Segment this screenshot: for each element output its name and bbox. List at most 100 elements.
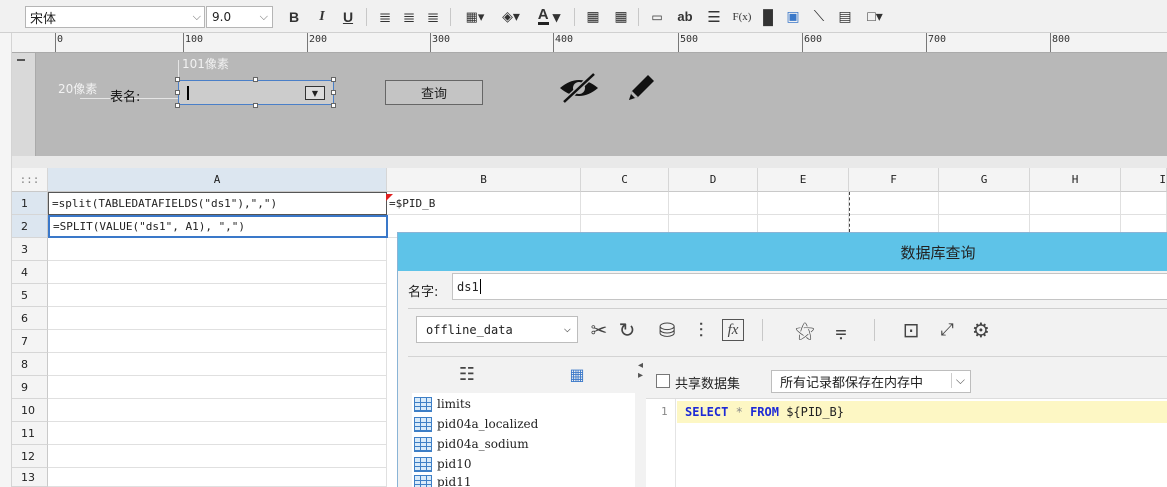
query-button[interactable]: 查询 xyxy=(385,80,483,105)
row-header[interactable]: 1 xyxy=(12,192,48,215)
column-header[interactable]: G xyxy=(939,168,1030,192)
font-family-select[interactable]: 宋体 ⌵ xyxy=(25,6,205,28)
resize-handle[interactable] xyxy=(253,103,258,108)
row-header[interactable]: 9 xyxy=(12,376,48,399)
column-header[interactable]: I xyxy=(1121,168,1167,192)
formula-icon[interactable]: F(x) xyxy=(729,5,755,28)
cell[interactable] xyxy=(48,399,387,422)
border-icon[interactable]: ▦▾ xyxy=(458,5,492,28)
resize-handle[interactable] xyxy=(331,77,336,82)
dataset-name-input[interactable]: ds1 xyxy=(452,273,1167,300)
align-left-icon[interactable]: ≣ xyxy=(374,5,396,28)
chart-icon[interactable]: ▐▌ xyxy=(757,5,779,28)
expand-icon[interactable]: ⤢ xyxy=(934,317,960,343)
row-header[interactable]: 5 xyxy=(12,284,48,307)
cell[interactable] xyxy=(1121,192,1167,215)
magic-wand-icon[interactable]: ⚝ xyxy=(792,317,818,343)
row-header[interactable]: 7 xyxy=(12,330,48,353)
grid-view-icon[interactable]: ▦ xyxy=(564,361,590,387)
list-item[interactable]: pid10 xyxy=(414,455,471,473)
row-header[interactable]: 12 xyxy=(12,445,48,468)
column-header[interactable]: F xyxy=(849,168,939,192)
cell-b1[interactable]: =$PID_B xyxy=(387,192,581,215)
column-header[interactable]: H xyxy=(1030,168,1121,192)
parameter-icon[interactable]: ⫶ xyxy=(688,317,714,343)
edit-pencil-icon[interactable] xyxy=(623,70,659,106)
list-view-icon[interactable]: ☷ xyxy=(454,361,480,387)
cell[interactable] xyxy=(48,445,387,468)
cell[interactable] xyxy=(758,192,849,215)
row-header[interactable]: 11 xyxy=(12,422,48,445)
font-size-select[interactable]: 9.0 ⌵ xyxy=(206,6,273,28)
hide-eye-icon[interactable] xyxy=(556,70,602,106)
align-right-icon[interactable]: ≣ xyxy=(422,5,444,28)
row-header[interactable]: 3 xyxy=(12,238,48,261)
button-widget-icon[interactable]: ▭ xyxy=(646,5,668,28)
cell[interactable] xyxy=(48,261,387,284)
cell[interactable] xyxy=(48,330,387,353)
underline-button[interactable]: U xyxy=(337,5,359,28)
bold-button[interactable]: B xyxy=(283,5,305,28)
tools-icon[interactable]: ✂ xyxy=(586,317,612,343)
resize-handle[interactable] xyxy=(331,90,336,95)
row-header[interactable]: 8 xyxy=(12,353,48,376)
merge-cells-icon[interactable]: ▦ xyxy=(582,5,604,28)
resize-handle[interactable] xyxy=(175,77,180,82)
italic-button[interactable]: I xyxy=(311,5,333,28)
list-item[interactable]: limits xyxy=(414,395,471,413)
cell[interactable] xyxy=(1030,192,1121,215)
sql-editor[interactable]: 1 SELECT * FROM ${PID_B} xyxy=(646,398,1167,487)
list-item[interactable]: pid11 xyxy=(414,475,471,487)
text-area-widget-icon[interactable]: ☰ xyxy=(703,5,725,28)
split-cells-icon[interactable]: ▦ xyxy=(610,5,632,28)
font-color-icon[interactable]: A ▾ xyxy=(532,5,566,28)
resize-handle[interactable] xyxy=(175,90,180,95)
memory-mode-select[interactable]: 所有记录都保存在内存中 ⌵ xyxy=(771,370,971,393)
cell[interactable] xyxy=(48,307,387,330)
row-header[interactable]: 13 xyxy=(12,468,48,487)
frame-icon[interactable]: □▾ xyxy=(860,5,890,28)
list-item[interactable]: pid04a_localized xyxy=(414,415,538,433)
column-header[interactable]: C xyxy=(581,168,669,192)
collapse-arrow-icon[interactable]: ◂ ▸ xyxy=(638,361,643,381)
select-all-corner[interactable]: ::: xyxy=(12,168,48,192)
formula-fx-icon[interactable]: fx xyxy=(722,319,744,341)
dialog-title-bar[interactable]: 数据库查询 xyxy=(398,233,1167,271)
cell[interactable] xyxy=(48,422,387,445)
resize-handle[interactable] xyxy=(331,103,336,108)
row-header[interactable]: 2 xyxy=(12,215,48,238)
column-header[interactable]: D xyxy=(669,168,758,192)
cell[interactable] xyxy=(48,238,387,261)
cell[interactable] xyxy=(581,192,669,215)
cell[interactable] xyxy=(48,468,387,487)
row-header[interactable]: 10 xyxy=(12,399,48,422)
column-width-icon[interactable]: ⩦ xyxy=(828,317,854,343)
cell[interactable] xyxy=(849,192,939,215)
connection-select[interactable]: offline_data ⌵ xyxy=(416,316,578,343)
cell[interactable] xyxy=(669,192,758,215)
resize-handle[interactable] xyxy=(175,103,180,108)
list-item[interactable]: pid04a_sodium xyxy=(414,435,529,453)
cell[interactable] xyxy=(48,353,387,376)
slash-icon[interactable]: ⟍ xyxy=(808,5,830,28)
dropdown-arrow-icon[interactable]: ▼ xyxy=(305,86,325,100)
column-header[interactable]: B xyxy=(387,168,581,192)
image-icon[interactable]: ▣ xyxy=(782,5,804,28)
cell[interactable] xyxy=(939,192,1030,215)
text-field-widget-icon[interactable]: ab xyxy=(672,5,698,28)
table-name-combobox[interactable]: ▼ xyxy=(178,80,334,105)
row-header[interactable]: 4 xyxy=(12,261,48,284)
database-sql-icon[interactable]: ⛁ xyxy=(654,317,680,343)
fill-color-icon[interactable]: ◈▾ xyxy=(494,5,528,28)
resize-handle[interactable] xyxy=(253,77,258,82)
column-header[interactable]: A xyxy=(48,168,387,192)
sql-line[interactable]: SELECT * FROM ${PID_B} xyxy=(677,401,1167,423)
sub-report-icon[interactable]: ▤ xyxy=(834,5,856,28)
align-center-icon[interactable]: ≣ xyxy=(398,5,420,28)
cell-a1[interactable]: =split(TABLEDATAFIELDS("ds1"),",") xyxy=(48,192,387,215)
column-header[interactable]: E xyxy=(758,168,849,192)
row-header[interactable]: 6 xyxy=(12,307,48,330)
refresh-icon[interactable]: ↻ xyxy=(614,317,640,343)
cell-a2[interactable]: =SPLIT(VALUE("ds1", A1), ",") xyxy=(48,215,388,238)
settings-gear-icon[interactable]: ⚙ xyxy=(968,317,994,343)
